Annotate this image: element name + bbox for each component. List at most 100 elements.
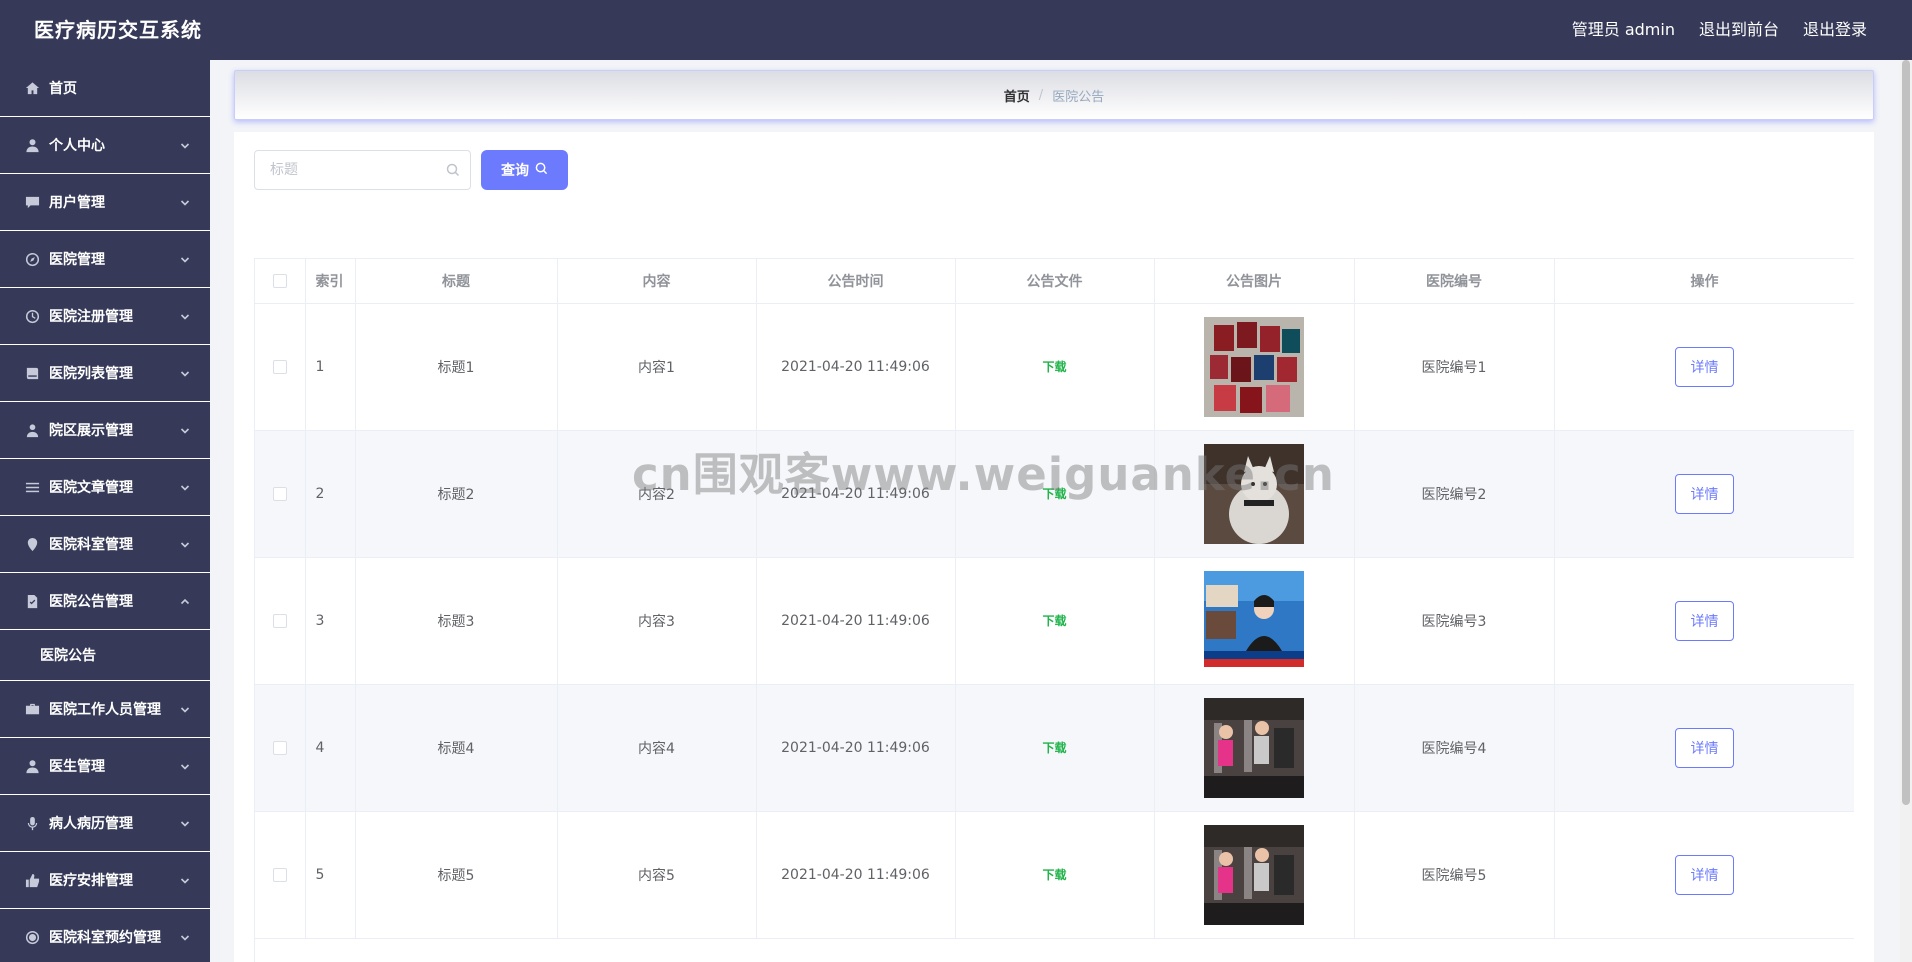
header-actions: 操作 [1554,259,1854,304]
search-icon [535,162,548,179]
notice-table: 索引 标题 内容 公告时间 公告文件 公告图片 医院编号 操作 1 标题1 内容1 2… [254,258,1854,962]
header-content: 内容 [557,259,757,304]
exit-to-front-link[interactable]: 退出到前台 [1699,0,1779,60]
sidebar-item-11[interactable]: 医生管理 [0,738,210,795]
sidebar-item-label: 医院注册管理 [49,309,133,325]
detail-button[interactable]: 详情 [1675,473,1734,514]
download-link[interactable]: 下载 [1042,868,1066,882]
download-link[interactable]: 下载 [1042,614,1066,628]
cell-index: 4 [305,684,356,812]
sidebar-item-10[interactable]: 医院工作人员管理 [0,681,210,738]
table-row: 2 标题2 内容2 2021-04-20 11:49:06 下载 医院编号2 详情 [255,430,1854,558]
header-image: 公告图片 [1154,259,1355,304]
cell-content: 内容1 [557,303,757,431]
user-badge-icon [24,422,40,438]
document-check-icon [24,593,40,609]
breadcrumb-home[interactable]: 首页 [1004,86,1030,105]
row-checkbox[interactable] [272,486,287,501]
cell-index: 3 [305,557,356,685]
home-icon [24,80,40,96]
chevron-down-icon [180,931,190,941]
query-button[interactable]: 查询 [481,150,568,190]
cell-file: 下载 [955,684,1155,812]
cell-title: 标题4 [355,684,558,812]
row-select-cell [255,557,306,685]
sidebar-item-5[interactable]: 医院列表管理 [0,345,210,402]
cell-image [1154,811,1355,939]
book-icon [24,365,40,381]
row-checkbox[interactable] [272,867,287,882]
sidebar-item-8[interactable]: 医院科室管理 [0,516,210,573]
header-file: 公告文件 [955,259,1155,304]
sidebar-item-1[interactable]: 个人中心 [0,117,210,174]
row-checkbox[interactable] [272,359,287,374]
admin-user-label[interactable]: 管理员 admin [1572,0,1675,60]
search-field[interactable] [254,150,471,190]
table-row: 5 标题5 内容5 2021-04-20 11:49:06 下载 医院编号5 详情 [255,811,1854,939]
download-link[interactable]: 下载 [1042,487,1066,501]
gym-photo[interactable] [1204,697,1304,798]
row-select-cell [255,811,306,939]
chevron-down-icon [180,481,190,491]
row-checkbox[interactable] [272,740,287,755]
detail-button[interactable]: 详情 [1675,727,1734,768]
cell-actions: 详情 [1554,811,1854,939]
sidebar-item-0[interactable]: 首页 [0,60,210,117]
table-row: 3 标题3 内容3 2021-04-20 11:49:06 下载 医院编号3 详情 [255,557,1854,685]
sidebar-item-3[interactable]: 医院管理 [0,231,210,288]
chat-icon [24,194,40,210]
cell-image [1154,557,1355,685]
chevron-down-icon [180,424,190,434]
submenu-item-notice[interactable]: 医院公告 [0,630,210,681]
cell-index: 5 [305,811,356,939]
cell-actions: 详情 [1554,557,1854,685]
briefcase-icon [24,701,40,717]
user-icon [24,137,40,153]
chevron-down-icon [180,703,190,713]
cell-hospital-no: 医院编号2 [1354,430,1555,558]
page-scrollbar-thumb[interactable] [1902,60,1910,805]
sidebar-item-label: 医院管理 [49,252,105,268]
detail-button[interactable]: 详情 [1675,346,1734,387]
cat-photo[interactable] [1204,443,1304,544]
sidebar-item-6[interactable]: 院区展示管理 [0,402,210,459]
cell-hospital-no: 医院编号5 [1354,811,1555,939]
detail-button[interactable]: 详情 [1675,600,1734,641]
sidebar-item-13[interactable]: 医疗安排管理 [0,852,210,909]
sidebar-item-4[interactable]: 医院注册管理 [0,288,210,345]
sidebar-item-12[interactable]: 病人病历管理 [0,795,210,852]
chevron-down-icon [180,253,190,263]
news-broadcast-photo[interactable] [1204,570,1304,671]
breadcrumb-current: 医院公告 [1052,89,1105,105]
title-search-input[interactable] [255,151,435,189]
thumb-icon [24,872,40,888]
download-link[interactable]: 下载 [1042,741,1066,755]
cell-actions: 详情 [1554,684,1854,812]
sidebar-item-2[interactable]: 用户管理 [0,174,210,231]
cell-hospital-no: 医院编号1 [1354,303,1555,431]
cell-content: 内容4 [557,684,757,812]
download-link[interactable]: 下载 [1042,360,1066,374]
sidebar-item-label: 医生管理 [49,759,105,775]
detail-button[interactable]: 详情 [1675,854,1734,895]
select-all-checkbox[interactable] [272,273,287,288]
chevron-down-icon [180,196,190,206]
certificates-photo[interactable] [1204,316,1304,417]
breadcrumb: 首页 / 医院公告 [234,70,1874,120]
cell-image [1154,303,1355,431]
sidebar-item-9[interactable]: 医院公告管理 [0,573,210,630]
chevron-up-icon [180,595,190,605]
sidebar-item-label: 院区展示管理 [49,423,133,439]
table-row: 1 标题1 内容1 2021-04-20 11:49:06 下载 医院编号1 详情 [255,303,1854,431]
cell-file: 下载 [955,557,1155,685]
cell-file: 下载 [955,303,1155,431]
cell-title: 标题5 [355,811,558,939]
query-button-label: 查询 [501,163,529,179]
row-checkbox[interactable] [272,613,287,628]
sidebar-item-14[interactable]: 医院科室预约管理 [0,909,210,962]
header-title: 标题 [355,259,558,304]
logout-link[interactable]: 退出登录 [1803,0,1867,60]
gym-photo[interactable] [1204,824,1304,925]
cell-file: 下载 [955,811,1155,939]
sidebar-item-7[interactable]: 医院文章管理 [0,459,210,516]
